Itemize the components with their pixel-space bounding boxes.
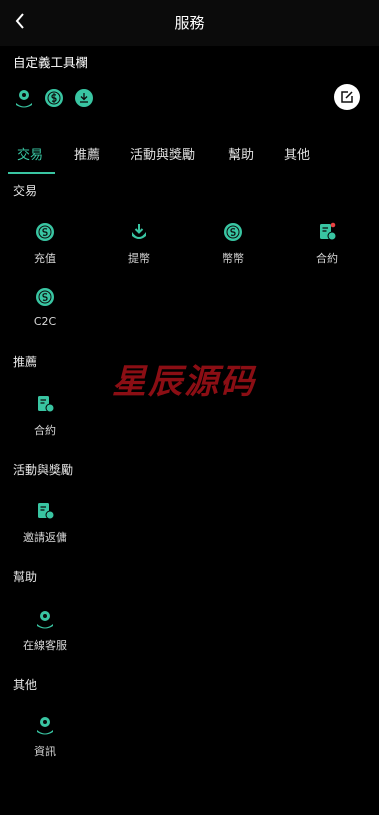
service-item-label: 合約 [316, 252, 338, 265]
section-title-help: 幫助 [13, 570, 38, 584]
tab-help[interactable]: 幫助 [228, 144, 254, 163]
coin-icon [224, 223, 242, 241]
section-title-activities-rewards: 活動與獎勵 [13, 463, 74, 477]
section-title-other: 其他 [13, 678, 38, 692]
headset-icon[interactable] [14, 88, 34, 108]
download-icon [132, 224, 146, 239]
coin-icon[interactable] [44, 88, 64, 108]
tab-underline [8, 172, 55, 174]
service-item-label: 資訊 [34, 745, 56, 758]
header: 服務 [0, 0, 379, 46]
coin-icon [36, 288, 54, 306]
edit-toolbar-button[interactable] [334, 84, 360, 110]
service-item-deposit[interactable]: 充值 [5, 222, 85, 266]
service-item-label: 提幣 [128, 252, 150, 265]
edit-icon [341, 91, 353, 103]
service-item-label: 邀請返傭 [23, 531, 67, 544]
tab-other[interactable]: 其他 [284, 144, 310, 163]
service-item-label: 幣幣 [222, 252, 244, 265]
section-title-recommend: 推薦 [13, 355, 38, 369]
document-icon [38, 503, 55, 520]
page-title: 服務 [174, 14, 205, 32]
service-item-referral-rebate[interactable]: 邀請返傭 [5, 501, 85, 545]
download-icon[interactable] [74, 88, 94, 108]
quick-icons [14, 88, 94, 108]
headset-icon [37, 611, 53, 629]
headset-icon [37, 717, 53, 735]
tab-recommend[interactable]: 推薦 [74, 144, 100, 163]
watermark-text: 星辰源码 [112, 362, 256, 402]
document-icon [38, 396, 55, 413]
service-item-label: 充值 [34, 252, 56, 265]
tab-activities-rewards[interactable]: 活動與獎勵 [130, 144, 195, 163]
service-item-contract[interactable]: 合約 [5, 394, 85, 438]
section-title-trade: 交易 [13, 184, 38, 198]
service-item-label: C2C [33, 315, 57, 328]
document-icon [320, 222, 337, 241]
service-item-spot[interactable]: 幣幣 [193, 222, 273, 266]
toolbar-title: 自定義工具欄 [13, 55, 89, 70]
category-tabs: 交易 推薦 活動與獎勵 幫助 其他 [0, 140, 379, 174]
service-item-label: 在線客服 [23, 639, 67, 652]
service-item-contract[interactable]: 合約 [287, 222, 367, 266]
service-item-withdraw[interactable]: 提幣 [99, 222, 179, 266]
service-item-news[interactable]: 資訊 [5, 715, 85, 759]
service-item-online-support[interactable]: 在線客服 [5, 609, 85, 653]
coin-icon [36, 223, 54, 241]
service-item-c2c[interactable]: C2C [5, 287, 85, 328]
tab-trade[interactable]: 交易 [17, 144, 43, 163]
service-item-label: 合約 [34, 424, 56, 437]
